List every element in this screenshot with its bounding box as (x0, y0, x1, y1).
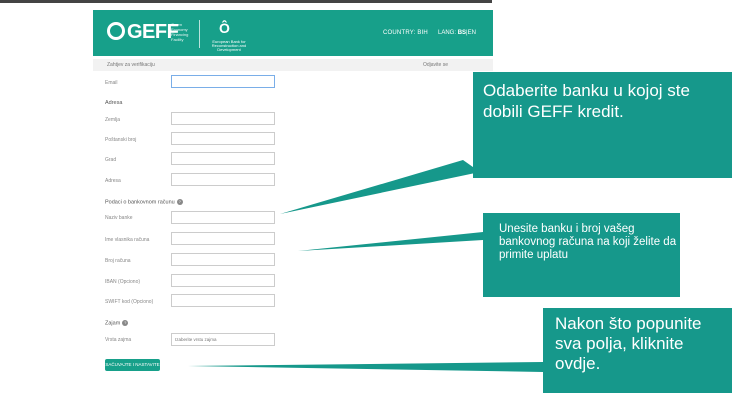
callout-bank-select: Odaberite banku u kojoj ste dobili GEFF … (473, 72, 732, 178)
pointer-submit (188, 362, 543, 372)
callout-bank-account: Unesite banku i broj vašeg bankovnog rač… (483, 213, 680, 297)
callout-submit-hint: Nakon što popunite sva polja, kliknite o… (543, 308, 732, 393)
pointer-bank-account (298, 232, 483, 251)
pointer-bank-select (280, 160, 480, 214)
